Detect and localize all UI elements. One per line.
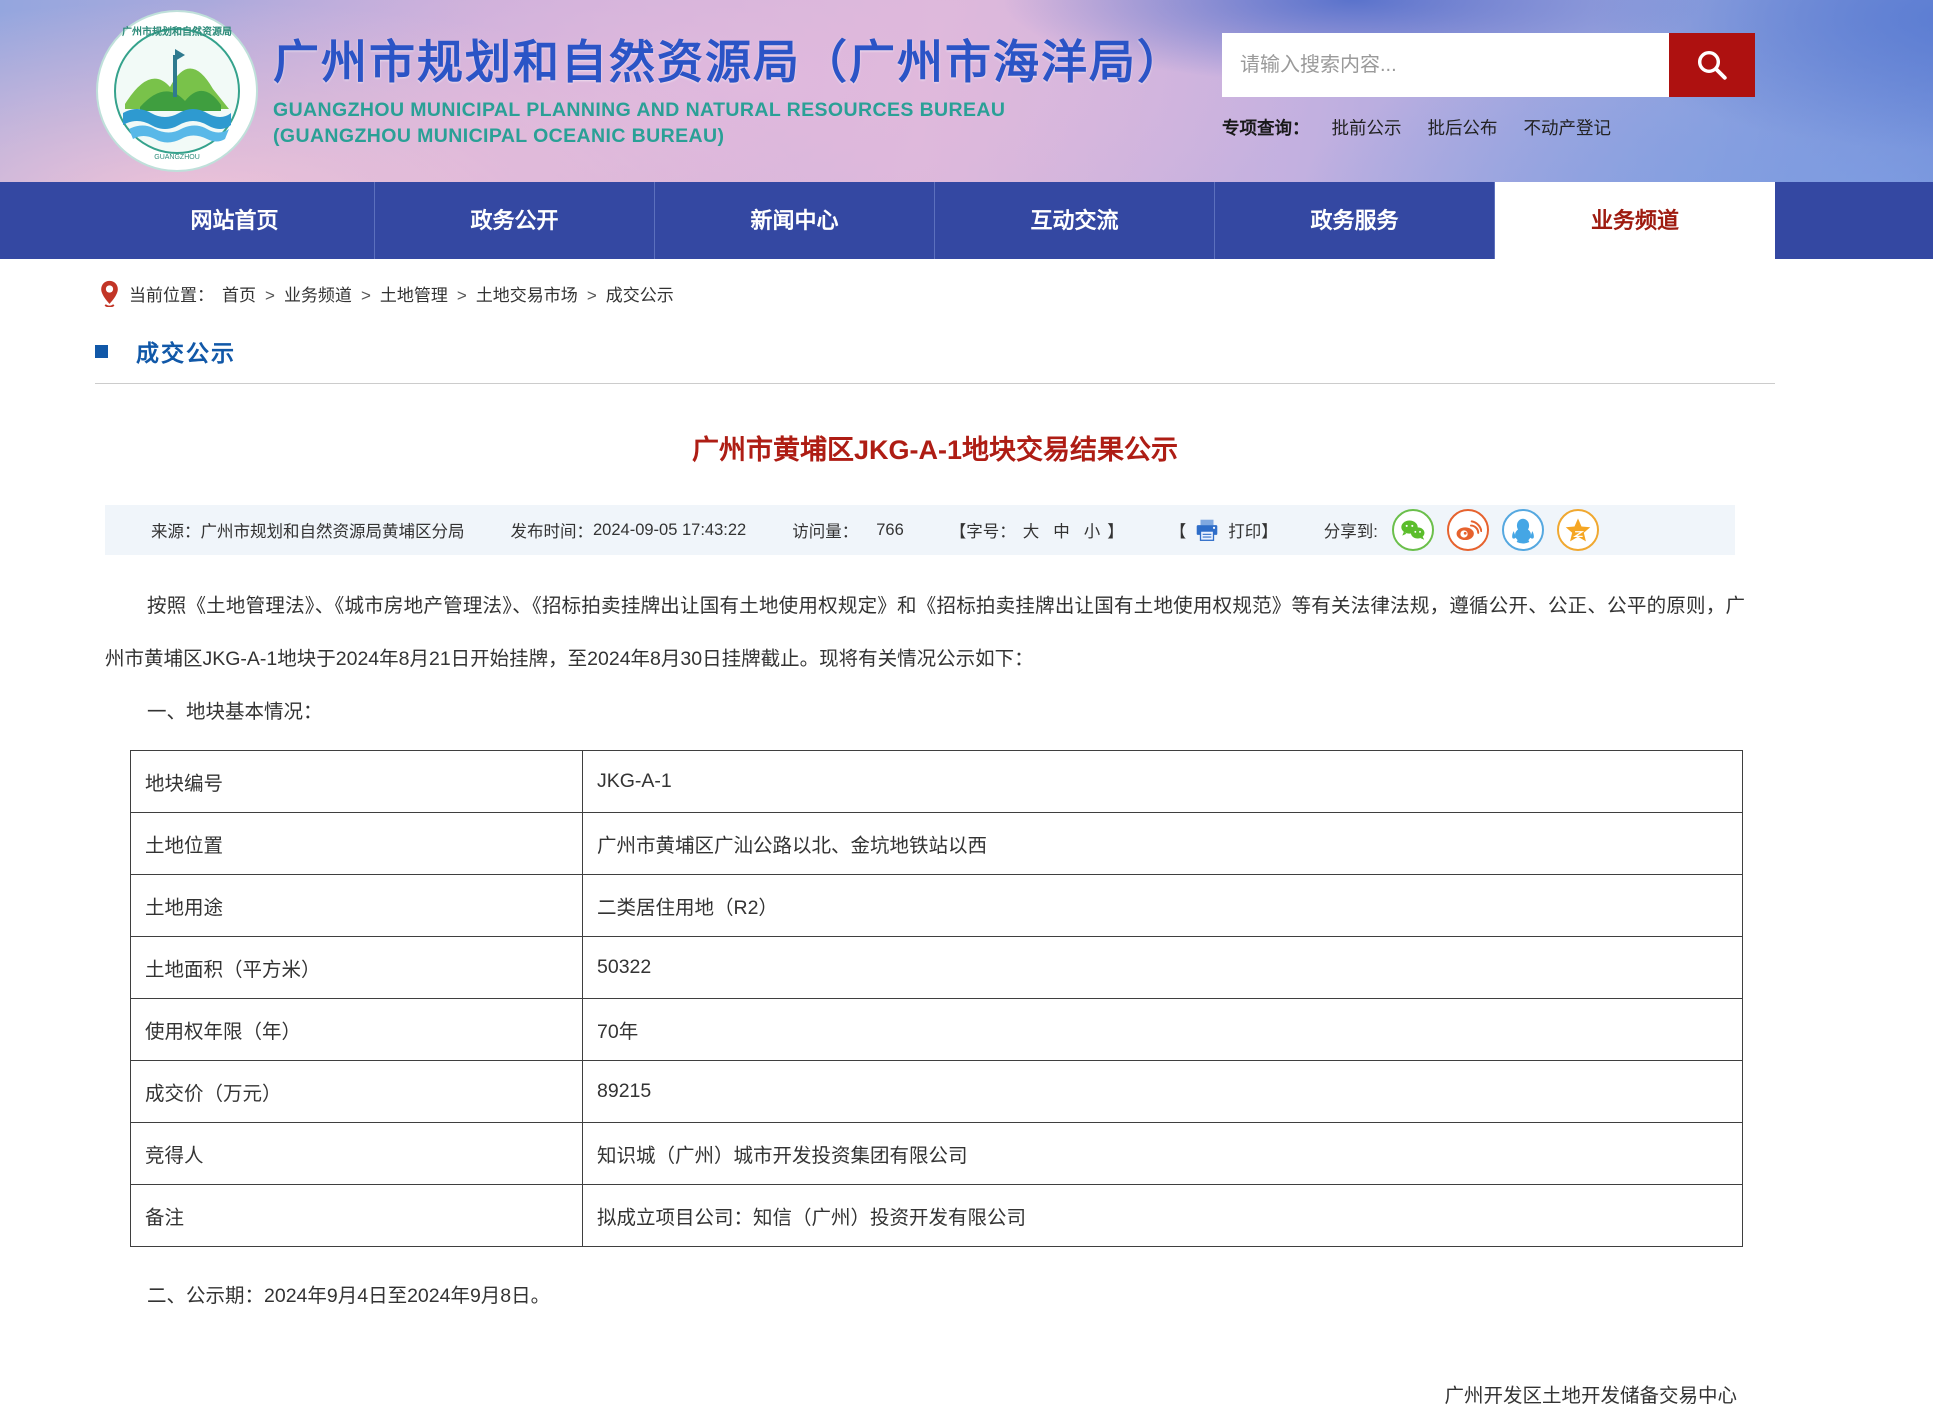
font-size-open: 【字号： — [950, 518, 1016, 542]
source-label: 来源： — [151, 518, 201, 542]
table-cell-label: 土地面积（平方米） — [131, 937, 583, 999]
nav-item-1[interactable]: 网站首页 — [95, 182, 375, 259]
print-label: 打印 — [1228, 518, 1261, 542]
section-title: 成交公示 — [136, 334, 236, 368]
article-title: 广州市黄埔区JKG-A-1地块交易结果公示 — [95, 428, 1775, 467]
table-row: 备注拟成立项目公司：知信（广州）投资开发有限公司 — [131, 1185, 1743, 1247]
bureau-emblem-icon: 广州市规划和自然资源局 GUANGZHOU — [95, 9, 260, 174]
search-button[interactable] — [1669, 33, 1755, 97]
search-icon — [1694, 47, 1730, 83]
visits-value: 766 — [876, 521, 904, 540]
site-title-en-line2: (GUANGZHOU MUNICIPAL OCEANIC BUREAU) — [273, 125, 1185, 148]
font-size-option-3[interactable]: 小 — [1084, 523, 1101, 541]
source-value: 广州市规划和自然资源局黄埔区分局 — [201, 518, 465, 542]
table-row: 竞得人知识城（广州）城市开发投资集团有限公司 — [131, 1123, 1743, 1185]
font-size-close: 】 — [1107, 518, 1124, 542]
breadcrumb-item-4[interactable]: 土地交易市场 — [476, 286, 578, 305]
table-cell-label: 土地位置 — [131, 813, 583, 875]
table-cell-label: 成交价（万元） — [131, 1061, 583, 1123]
signature-org: 广州开发区土地开发储备交易中心 — [95, 1379, 1737, 1408]
qq-share-icon[interactable] — [1502, 509, 1544, 551]
location-pin-icon — [100, 280, 119, 307]
breadcrumb-separator: > — [361, 286, 371, 305]
breadcrumb-separator: > — [457, 286, 467, 305]
font-size-controls: 大中小 — [1016, 518, 1108, 542]
visits-label: 访问量： — [792, 518, 858, 542]
nav-item-3[interactable]: 新闻中心 — [655, 182, 935, 259]
special-query-link-1[interactable]: 批前公示 — [1332, 118, 1402, 138]
breadcrumb-item-1[interactable]: 首页 — [222, 286, 256, 305]
article-paragraph-1: 按照《土地管理法》、《城市房地产管理法》、《招标拍卖挂牌出让国有土地使用权规定》… — [95, 580, 1775, 686]
breadcrumb-item-2[interactable]: 业务频道 — [284, 286, 352, 305]
breadcrumb-item-5[interactable]: 成交公示 — [606, 286, 674, 305]
main-nav: 网站首页政务公开新闻中心互动交流政务服务业务频道 — [0, 182, 1933, 259]
table-cell-value: 50322 — [583, 937, 1743, 999]
breadcrumb: 当前位置： 首页 > 业务频道 > 土地管理 > 土地交易市场 > 成交公示 — [100, 280, 1933, 307]
table-cell-value: 广州市黄埔区广汕公路以北、金坑地铁站以西 — [583, 813, 1743, 875]
breadcrumb-label: 当前位置： — [129, 281, 214, 306]
font-size-option-2[interactable]: 中 — [1053, 523, 1070, 541]
nav-item-2[interactable]: 政务公开 — [375, 182, 655, 259]
table-cell-value: 二类居住用地（R2） — [583, 875, 1743, 937]
special-query-label: 专项查询： — [1222, 115, 1310, 140]
svg-text:广州市规划和自然资源局: 广州市规划和自然资源局 — [122, 25, 232, 38]
table-cell-value: 89215 — [583, 1061, 1743, 1123]
printer-icon — [1194, 517, 1220, 543]
nav-item-4[interactable]: 互动交流 — [935, 182, 1215, 259]
site-banner: 广州市规划和自然资源局 GUANGZHOU 广州市规划和自然资源局（广州市海洋局… — [0, 0, 1933, 182]
search-input[interactable] — [1222, 33, 1669, 97]
print-open: 【 — [1170, 518, 1187, 542]
content-container: 成交公示 广州市黄埔区JKG-A-1地块交易结果公示 来源： 广州市规划和自然资… — [95, 334, 1775, 1426]
table-row: 使用权年限（年）70年 — [131, 999, 1743, 1061]
special-query-row: 专项查询： 批前公示 批后公布 不动产登记 — [1222, 115, 1637, 140]
qzone-share-icon[interactable] — [1557, 509, 1599, 551]
article-meta-bar: 来源： 广州市规划和自然资源局黄埔区分局 发布时间： 2024-09-05 17… — [105, 505, 1735, 555]
breadcrumb-item-3[interactable]: 土地管理 — [380, 286, 448, 305]
wechat-share-icon[interactable] — [1392, 509, 1434, 551]
weibo-share-icon[interactable] — [1447, 509, 1489, 551]
section-one-heading: 一、地块基本情况： — [95, 686, 1775, 739]
svg-text:GUANGZHOU: GUANGZHOU — [154, 154, 200, 161]
section-head: 成交公示 — [95, 334, 1775, 368]
table-row: 成交价（万元）89215 — [131, 1061, 1743, 1123]
table-cell-label: 备注 — [131, 1185, 583, 1247]
table-cell-value: JKG-A-1 — [583, 751, 1743, 813]
section-divider — [95, 383, 1775, 384]
nav-item-6[interactable]: 业务频道 — [1495, 182, 1775, 259]
font-size-option-1[interactable]: 大 — [1023, 523, 1040, 541]
nav-item-5[interactable]: 政务服务 — [1215, 182, 1495, 259]
table-cell-value: 70年 — [583, 999, 1743, 1061]
table-cell-label: 地块编号 — [131, 751, 583, 813]
breadcrumb-separator: > — [265, 286, 275, 305]
special-query-links: 批前公示 批后公布 不动产登记 — [1332, 115, 1638, 140]
special-query-link-2[interactable]: 批后公布 — [1428, 118, 1498, 138]
land-info-table: 地块编号JKG-A-1土地位置广州市黄埔区广汕公路以北、金坑地铁站以西土地用途二… — [130, 750, 1743, 1247]
publish-time: 2024-09-05 17:43:22 — [593, 521, 746, 540]
closing-line: 二、公示期：2024年9月4日至2024年9月8日。 — [95, 1270, 1775, 1323]
table-row: 土地面积（平方米）50322 — [131, 937, 1743, 999]
publish-label: 发布时间： — [511, 518, 594, 542]
table-cell-value: 知识城（广州）城市开发投资集团有限公司 — [583, 1123, 1743, 1185]
print-button[interactable]: 【 打印 】 — [1170, 517, 1278, 543]
bureau-logo: 广州市规划和自然资源局 GUANGZHOU — [95, 9, 260, 174]
print-close: 】 — [1261, 518, 1278, 542]
section-bullet-icon — [95, 345, 108, 358]
table-row: 地块编号JKG-A-1 — [131, 751, 1743, 813]
table-cell-label: 使用权年限（年） — [131, 999, 583, 1061]
share-row — [1392, 509, 1599, 551]
table-row: 土地位置广州市黄埔区广汕公路以北、金坑地铁站以西 — [131, 813, 1743, 875]
table-cell-value: 拟成立项目公司：知信（广州）投资开发有限公司 — [583, 1185, 1743, 1247]
special-query-link-3[interactable]: 不动产登记 — [1524, 118, 1612, 138]
breadcrumb-items: 首页 > 业务频道 > 土地管理 > 土地交易市场 > 成交公示 — [222, 281, 674, 306]
share-label: 分享到: — [1324, 518, 1378, 542]
table-row: 土地用途二类居住用地（R2） — [131, 875, 1743, 937]
search-box — [1222, 33, 1755, 97]
site-title-en-line1: GUANGZHOU MUNICIPAL PLANNING AND NATURAL… — [273, 99, 1185, 122]
site-title-cn: 广州市规划和自然资源局（广州市海洋局） — [273, 26, 1185, 92]
table-cell-label: 竞得人 — [131, 1123, 583, 1185]
breadcrumb-separator: > — [587, 286, 597, 305]
table-cell-label: 土地用途 — [131, 875, 583, 937]
signature-block: 广州开发区土地开发储备交易中心 2024年9月4日 — [95, 1379, 1775, 1426]
